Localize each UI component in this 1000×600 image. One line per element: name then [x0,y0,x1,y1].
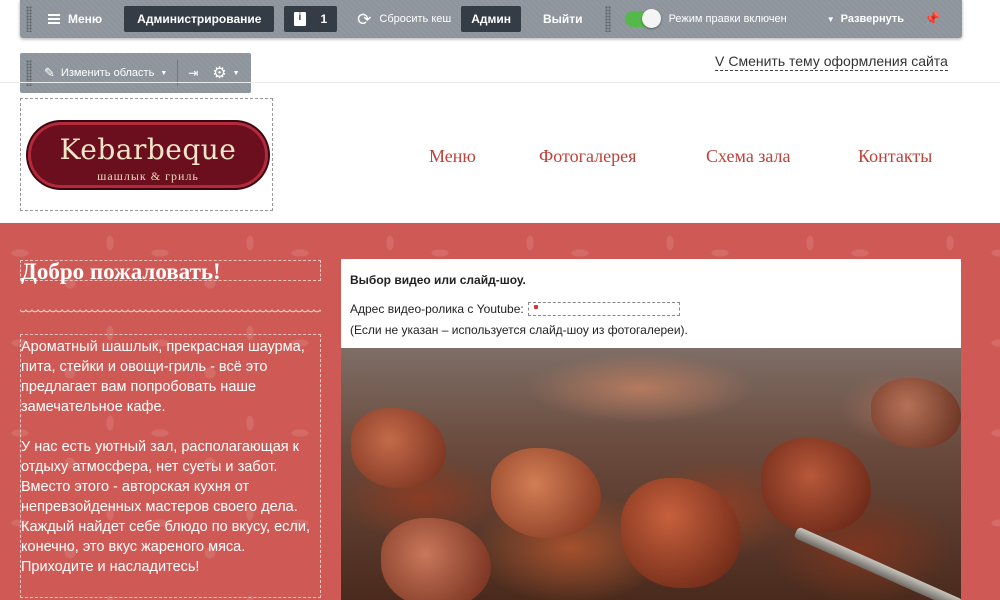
meat-chunk [871,378,961,448]
expand-button[interactable]: ▼ Развернуть [827,13,904,25]
edit-mode-label: Режим правки включен [668,13,787,25]
logo-title: Kebarbeque [59,133,237,166]
logout-button[interactable]: Выйти [543,12,583,26]
meat-chunk [351,408,446,488]
administration-button[interactable]: Администрирование [124,6,275,32]
meat-chunk [491,448,601,538]
reset-cache-button[interactable]: ⟳ Сбросить кеш [357,11,451,28]
reset-cache-label: Сбросить кеш [379,13,452,25]
header-divider [0,82,1000,83]
admin-menu-button[interactable]: Меню [40,12,110,26]
skewer [793,526,961,600]
youtube-address-row: Адрес видео-ролика с Youtube: [350,302,680,316]
change-area-button[interactable]: Изменить область [61,67,154,79]
edit-mode-toggle[interactable] [624,9,661,28]
user-button[interactable]: Админ [461,6,522,32]
hamburger-icon [48,14,60,24]
pencil-icon: ✎ [44,65,55,80]
expand-label: Развернуть [840,13,905,25]
pin-icon[interactable]: 📌 [924,11,940,27]
slideshow-image [341,348,961,600]
intro-paragraph-2: У нас есть уютный зал, располагающая к о… [21,439,310,575]
video-panel-title: Выбор видео или слайд-шоу. [350,273,526,287]
welcome-title[interactable]: Добро пожаловать! [20,260,321,283]
logo-area[interactable]: Kebarbeque шашлык & гриль [20,98,273,211]
nav-link-gallery[interactable]: Фотогалерея [539,146,636,167]
meat-chunk [621,478,741,588]
change-theme-link[interactable]: V Сменить тему оформления сайта [715,53,948,71]
notifications-button[interactable]: 1 [284,6,338,32]
youtube-address-input[interactable] [527,302,680,316]
notifications-count: 1 [320,12,328,26]
gear-icon[interactable]: ⚙ [212,63,226,83]
caret-down-icon[interactable]: ▼ [160,70,167,77]
intro-text-block[interactable]: Ароматный шашлык, прекрасная шаурма, пит… [20,334,321,598]
content-band: Добро пожаловать! Ароматный шашлык, прек… [0,223,1000,600]
area-toolbar: ✎ Изменить область ▼ ⇥ ⚙ ▼ [20,53,251,93]
admin-menu-label: Меню [68,12,103,26]
intro-paragraph-1: Ароматный шашлык, прекрасная шаурма, пит… [21,339,305,415]
video-panel-note: (Если не указан – используется слайд-шоу… [350,323,688,337]
change-theme-label: Сменить тему оформления сайта [728,53,948,69]
drag-handle-icon[interactable] [26,6,32,32]
refresh-icon: ⟳ [357,9,372,29]
caret-down-icon[interactable]: ▼ [233,70,240,77]
caret-down-icon: ▼ [826,14,835,24]
meat-chunk [381,518,491,600]
video-settings-panel: Выбор видео или слайд-шоу. Адрес видео-р… [341,259,961,600]
drag-handle-icon [604,6,611,32]
chevron-down-icon: V [715,53,725,69]
info-icon [294,12,307,26]
nav-link-hall-plan[interactable]: Схема зала [706,146,791,167]
admin-panel: Меню Администрирование 1 ⟳ Сбросить кеш … [20,0,962,38]
logo[interactable]: Kebarbeque шашлык & гриль [28,122,268,188]
logo-subtitle: шашлык & гриль [97,169,199,183]
pin-area-icon[interactable]: ⇥ [188,66,198,80]
meat-chunk [761,438,871,533]
nav-link-contacts[interactable]: Контакты [858,146,932,167]
wavy-divider [20,309,321,315]
nav-link-menu[interactable]: Меню [429,146,476,167]
youtube-address-label: Адрес видео-ролика с Youtube: [350,302,524,316]
